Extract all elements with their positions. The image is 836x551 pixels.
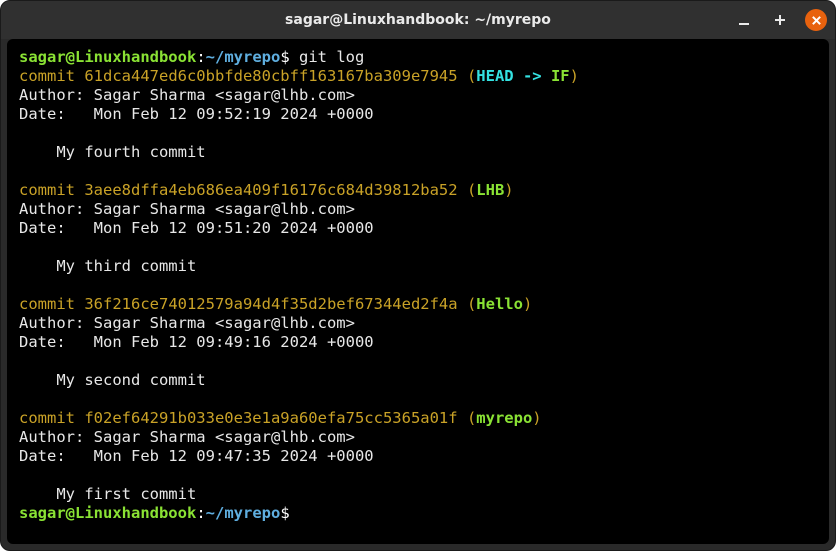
- ref-close: ): [504, 181, 513, 199]
- commit-message: My first commit: [19, 485, 196, 503]
- close-button[interactable]: [805, 9, 827, 31]
- author-line: Author: Sagar Sharma <sagar@lhb.com>: [19, 428, 355, 446]
- prompt-user: sagar@Linuxhandbook: [19, 48, 196, 66]
- author-line: Author: Sagar Sharma <sagar@lhb.com>: [19, 200, 355, 218]
- command-text: git log: [290, 48, 365, 66]
- commit-header: commit 61dca447ed6c0bbfde80cbff163167ba3…: [19, 67, 476, 85]
- titlebar: sagar@Linuxhandbook: ~/myrepo: [1, 1, 835, 39]
- ref-close: ): [570, 67, 579, 85]
- branch-ref: IF: [551, 67, 570, 85]
- commit-header: commit f02ef64291b033e0e3e1a9a60efa75cc5…: [19, 409, 476, 427]
- branch-ref: Hello: [476, 295, 523, 313]
- maximize-button[interactable]: [769, 9, 791, 31]
- ref-close: ): [532, 409, 541, 427]
- window-controls: [733, 1, 827, 39]
- commit-header: commit 36f216ce74012579a94d4f35d2bef6734…: [19, 295, 476, 313]
- commit-message: My third commit: [19, 257, 196, 275]
- branch-ref: myrepo: [476, 409, 532, 427]
- date-line: Date: Mon Feb 12 09:49:16 2024 +0000: [19, 333, 374, 351]
- date-line: Date: Mon Feb 12 09:51:20 2024 +0000: [19, 219, 374, 237]
- prompt-sep: :: [196, 504, 205, 522]
- head-ref: HEAD ->: [476, 67, 551, 85]
- author-line: Author: Sagar Sharma <sagar@lhb.com>: [19, 314, 355, 332]
- date-line: Date: Mon Feb 12 09:52:19 2024 +0000: [19, 105, 374, 123]
- prompt-user: sagar@Linuxhandbook: [19, 504, 196, 522]
- terminal-window: sagar@Linuxhandbook: ~/myrepo sagar@Linu…: [0, 0, 836, 551]
- branch-ref: LHB: [476, 181, 504, 199]
- minimize-button[interactable]: [733, 9, 755, 31]
- terminal-content[interactable]: sagar@Linuxhandbook:~/myrepo$ git log co…: [7, 39, 829, 544]
- prompt-path: ~/myrepo: [206, 504, 281, 522]
- prompt-sep2: $: [280, 48, 289, 66]
- commit-header: commit 3aee8dffa4eb686ea409f16176c684d39…: [19, 181, 476, 199]
- commit-message: My fourth commit: [19, 143, 206, 161]
- prompt-path: ~/myrepo: [206, 48, 281, 66]
- prompt-sep2: $: [280, 504, 289, 522]
- commit-message: My second commit: [19, 371, 206, 389]
- prompt-sep: :: [196, 48, 205, 66]
- window-title: sagar@Linuxhandbook: ~/myrepo: [285, 12, 551, 28]
- ref-close: ): [523, 295, 532, 313]
- author-line: Author: Sagar Sharma <sagar@lhb.com>: [19, 86, 355, 104]
- date-line: Date: Mon Feb 12 09:47:35 2024 +0000: [19, 447, 374, 465]
